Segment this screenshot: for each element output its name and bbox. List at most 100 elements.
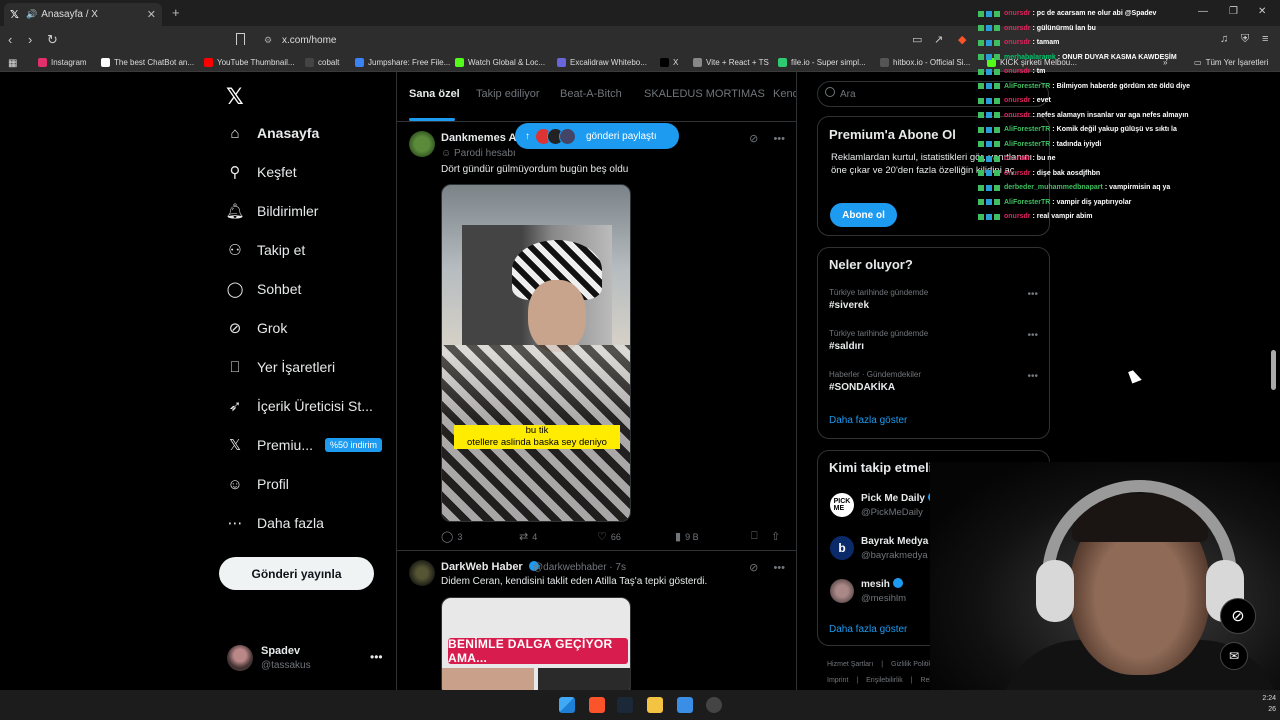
bookmark-item[interactable]: Watch Global & Loc... bbox=[455, 58, 545, 67]
bookmark-item[interactable]: file.io - Super simpl... bbox=[778, 58, 866, 67]
trend-hashtag[interactable]: #siverek bbox=[829, 300, 869, 311]
grok-icon[interactable]: ⊘ bbox=[749, 133, 758, 145]
photos-icon[interactable] bbox=[677, 697, 693, 713]
more-icon[interactable]: ••• bbox=[1027, 371, 1038, 382]
post-button[interactable]: Gönderi yayınla bbox=[219, 557, 374, 590]
bookmark-item[interactable]: Vite + React + TS bbox=[693, 58, 769, 67]
avatar[interactable] bbox=[409, 131, 435, 157]
nav-item-7[interactable]: ➶ İçerik Üreticisi St... bbox=[226, 397, 373, 415]
suggested-account-name[interactable]: Pick Me Daily bbox=[861, 492, 938, 504]
more-icon[interactable]: ••• bbox=[370, 650, 383, 664]
tab-for-you[interactable]: Sana özel bbox=[409, 88, 460, 100]
more-icon[interactable]: ••• bbox=[1027, 289, 1038, 300]
bookmark-button[interactable]: ⎕ bbox=[751, 530, 762, 543]
subscribe-button[interactable]: Abone ol bbox=[830, 203, 897, 227]
menu-icon[interactable]: ≡ bbox=[1262, 33, 1268, 45]
bookmark-item[interactable]: cobalt bbox=[305, 58, 339, 67]
apps-grid-icon[interactable]: ▦ bbox=[8, 58, 17, 69]
account-name[interactable]: Spadev bbox=[261, 645, 300, 657]
like-button[interactable]: ♡ 66 bbox=[597, 530, 621, 543]
retweet-button[interactable]: ⇄ 4 bbox=[519, 530, 537, 543]
bookmark-item[interactable]: X bbox=[660, 58, 678, 67]
nav-item-1[interactable]: ⚲ Keşfet bbox=[226, 163, 297, 181]
footer-link[interactable]: Imprint bbox=[827, 677, 848, 684]
bookmark-item[interactable]: Excalidraw Whitebo... bbox=[557, 58, 647, 67]
nav-item-2[interactable]: 🔔︎ Bildirimler bbox=[225, 202, 318, 220]
avatar[interactable] bbox=[227, 645, 253, 671]
trend-hashtag[interactable]: #SONDAKİKA bbox=[829, 382, 895, 393]
who-to-follow-show-more-link[interactable]: Daha fazla göster bbox=[829, 624, 907, 635]
steam-icon[interactable] bbox=[617, 697, 633, 713]
tab-following[interactable]: Takip ediliyor bbox=[476, 88, 540, 100]
bookmark-item[interactable]: The best ChatBot an... bbox=[101, 58, 194, 67]
brave-shield-icon[interactable]: ◆ bbox=[958, 33, 966, 46]
maximize-icon[interactable]: ❐ bbox=[1229, 6, 1238, 17]
views-button[interactable]: ▮ 9 B bbox=[675, 530, 699, 543]
trend-hashtag[interactable]: #saldırı bbox=[829, 341, 864, 352]
chat-badge-icon bbox=[986, 10, 992, 17]
x-logo-icon[interactable]: 𝕏 bbox=[226, 84, 244, 110]
bookmark-item[interactable]: hitbox.io - Official Si... bbox=[880, 58, 970, 67]
speaker-icon[interactable]: 🔊 bbox=[26, 9, 37, 20]
windows-start-icon[interactable] bbox=[559, 697, 575, 713]
nav-item-5[interactable]: ⊘ Grok bbox=[226, 319, 288, 337]
nav-item-10[interactable]: ⋯ Daha fazla bbox=[226, 514, 324, 532]
footer-link[interactable]: Hizmet Şartları bbox=[827, 661, 873, 668]
bookmark-page-icon[interactable] bbox=[236, 33, 245, 45]
avatar[interactable] bbox=[830, 579, 854, 603]
tab-list-beat-a-bitch[interactable]: Beat-A-Bitch bbox=[560, 88, 622, 100]
bookmark-item[interactable]: Instagram bbox=[38, 58, 87, 67]
bookmark-item[interactable]: Jumpshare: Free File... bbox=[355, 58, 450, 67]
tab-list-kend[interactable]: Kend bbox=[773, 88, 796, 100]
more-icon[interactable]: ••• bbox=[1027, 330, 1038, 341]
grok-icon[interactable]: ⊘ bbox=[749, 562, 758, 574]
back-icon[interactable]: ‹ bbox=[8, 32, 12, 47]
share-button[interactable]: ⇧ bbox=[771, 530, 784, 543]
new-tab-icon[interactable]: + bbox=[172, 5, 180, 20]
page-scrollbar[interactable] bbox=[1271, 350, 1276, 390]
tweet-author-name[interactable]: DarkWeb Haber bbox=[441, 561, 539, 573]
avatar[interactable]: b bbox=[830, 536, 854, 560]
tweet[interactable]: Dankmemes Ar... ☺ Parodi hesabı ⊘ ••• Dö… bbox=[397, 123, 796, 551]
obs-icon[interactable] bbox=[706, 697, 722, 713]
new-posts-pill[interactable]: ↑ gönderi paylaştı bbox=[515, 123, 679, 149]
close-window-icon[interactable]: ✕ bbox=[1258, 6, 1266, 17]
site-info-icon[interactable]: ⚙ bbox=[264, 35, 272, 46]
nav-item-9[interactable]: ☺ Profil bbox=[226, 475, 289, 493]
tweet-media-video[interactable]: bu tik otellere aslinda baska sey deniyo bbox=[441, 184, 631, 522]
avatar[interactable]: PICK ME bbox=[830, 493, 854, 517]
media-icon[interactable]: ♫ bbox=[1220, 33, 1228, 45]
reply-button[interactable]: ◯ 3 bbox=[441, 530, 462, 543]
tweet-media-video[interactable]: BENİMLE DALGA GEÇİYOR AMA... bbox=[441, 597, 631, 690]
nav-item-3[interactable]: ⚇ Takip et bbox=[226, 241, 305, 259]
system-clock[interactable]: 2:24 26 bbox=[1262, 693, 1276, 715]
forward-icon[interactable]: › bbox=[28, 32, 32, 47]
suggested-account-name[interactable]: mesih bbox=[861, 578, 903, 590]
address-bar[interactable]: ⚙ x.com/home bbox=[256, 30, 956, 50]
reload-icon[interactable]: ↻ bbox=[47, 32, 58, 48]
trends-show-more-link[interactable]: Daha fazla göster bbox=[829, 415, 907, 426]
all-bookmarks-folder[interactable]: ▭ Tüm Yer İşaretleri bbox=[1194, 58, 1268, 67]
brave-browser-icon[interactable] bbox=[589, 697, 605, 713]
share-icon[interactable]: ↗ bbox=[934, 33, 943, 46]
footer-link[interactable]: Erişilebilirlik bbox=[866, 677, 903, 684]
nav-item-6[interactable]: ⎕ Yer İşaretleri bbox=[226, 358, 335, 376]
minimize-icon[interactable]: — bbox=[1198, 6, 1208, 17]
tab-list-skaledus-mortimas[interactable]: SKALEDUS MORTIMAS bbox=[644, 88, 765, 100]
grok-floating-button[interactable]: ⊘ bbox=[1220, 598, 1256, 634]
avatar[interactable] bbox=[409, 560, 435, 586]
more-icon[interactable]: ••• bbox=[773, 562, 785, 574]
nav-item-4[interactable]: ◯ Sohbet bbox=[226, 280, 302, 298]
nav-item-0[interactable]: ⌂ Anasayfa bbox=[226, 124, 319, 142]
vpn-icon[interactable]: ⛨ bbox=[1241, 33, 1249, 46]
messages-floating-button[interactable]: ✉ bbox=[1220, 642, 1248, 670]
browser-tab-active[interactable]: 𝕏 🔊 Anasayfa / X ✕ bbox=[4, 3, 162, 26]
close-tab-icon[interactable]: ✕ bbox=[147, 8, 156, 21]
chat-username: onursdr bbox=[1004, 169, 1031, 177]
bookmark-item[interactable]: YouTube Thumbnail... bbox=[204, 58, 295, 67]
file-explorer-icon[interactable] bbox=[647, 697, 663, 713]
more-icon[interactable]: ••• bbox=[773, 133, 785, 145]
tweet[interactable]: DarkWeb Haber @darkwebhaber · 7s ⊘ ••• D… bbox=[397, 552, 796, 690]
cast-icon[interactable]: ▭ bbox=[912, 33, 922, 46]
nav-item-8[interactable]: 𝕏 Premiu... %50 indirim bbox=[226, 436, 383, 454]
